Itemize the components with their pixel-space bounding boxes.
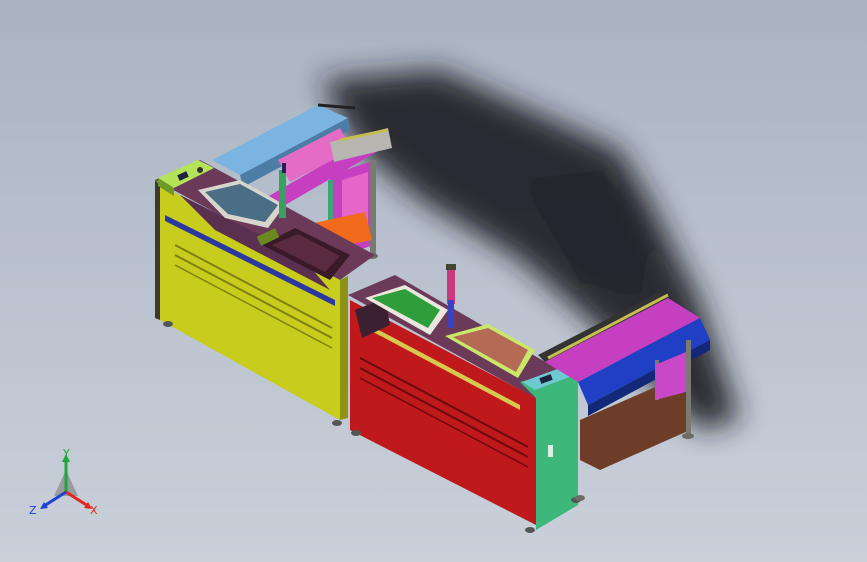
- signal-post[interactable]: [279, 170, 286, 218]
- cad-viewport[interactable]: Y X Z: [0, 0, 867, 562]
- assembly-model[interactable]: [0, 0, 867, 562]
- x-axis-label: X: [90, 504, 98, 517]
- orientation-triad[interactable]: Y X Z: [26, 448, 106, 524]
- middle-cabinet[interactable]: [348, 264, 581, 533]
- signal-tower[interactable]: [447, 268, 455, 304]
- cabinet-handle[interactable]: [548, 445, 553, 457]
- y-axis-label: Y: [62, 448, 70, 460]
- green-side-panel[interactable]: [536, 378, 578, 530]
- z-axis-label: Z: [29, 504, 37, 517]
